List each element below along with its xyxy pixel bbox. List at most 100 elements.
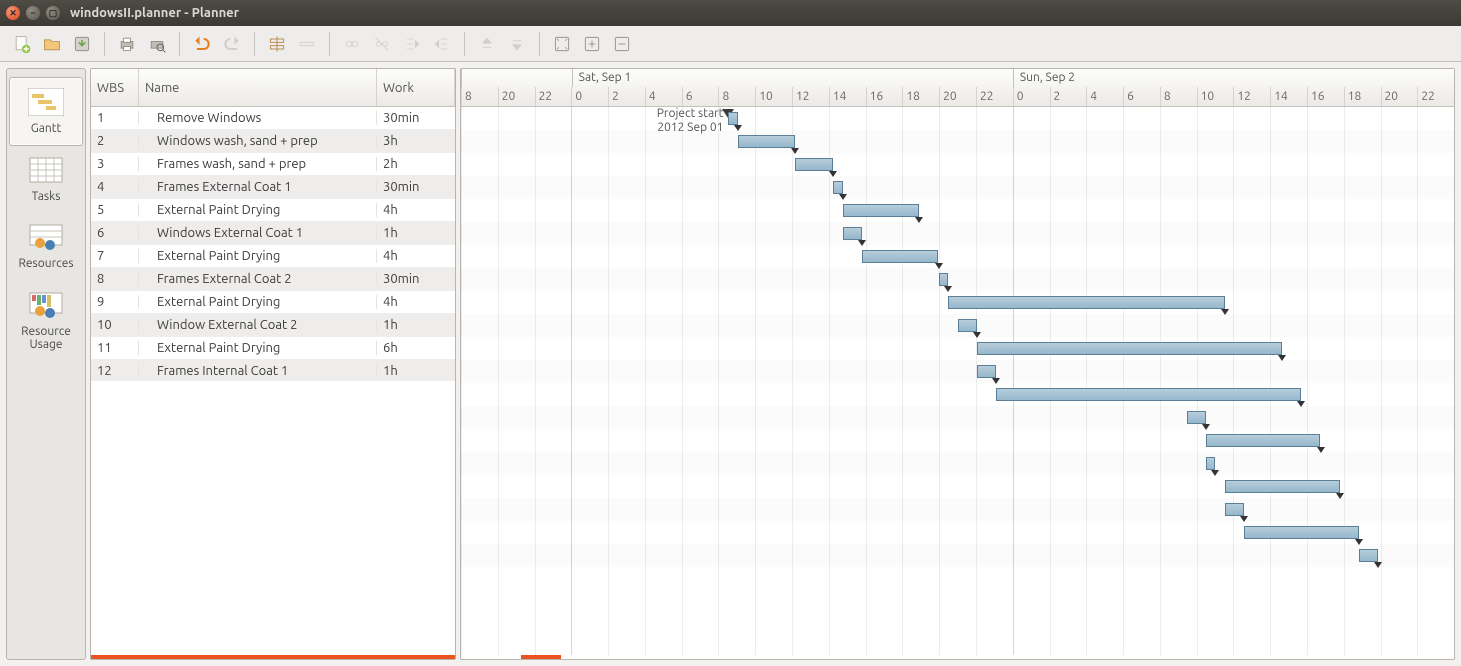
sidebar-item-gantt[interactable]: Gantt [9, 77, 83, 146]
cell-work: 3h [377, 134, 455, 148]
table-row[interactable]: 5External Paint Drying4h [91, 199, 455, 222]
gantt-bar[interactable] [977, 342, 1283, 355]
gantt-bar[interactable] [958, 319, 977, 332]
outdent-button[interactable] [428, 30, 456, 58]
cell-work: 6h [377, 341, 455, 355]
move-down-button[interactable] [503, 30, 531, 58]
cell-name: Windows External Coat 1 [139, 226, 377, 240]
gantt-bar[interactable] [795, 158, 833, 171]
gantt-chart-area[interactable]: Project start 2012 Sep 01 [461, 107, 1454, 655]
hour-header: 2 [1050, 87, 1087, 106]
hour-header: 20 [939, 87, 976, 106]
window-maximize-button[interactable]: ▢ [46, 6, 60, 20]
remove-task-button[interactable] [293, 30, 321, 58]
hour-header: 20 [498, 87, 535, 106]
gantt-bar[interactable] [1206, 457, 1216, 470]
view-sidebar: Gantt Tasks Resources Resource Usage [6, 68, 86, 660]
gantt-bar[interactable] [939, 273, 949, 286]
gantt-bar[interactable] [862, 250, 938, 263]
insert-task-button[interactable] [263, 30, 291, 58]
col-header-name[interactable]: Name [139, 69, 377, 106]
sidebar-item-label: Resource Usage [11, 325, 81, 351]
gantt-bar[interactable] [1225, 480, 1340, 493]
cell-wbs: 10 [91, 318, 139, 332]
unlink-button[interactable] [368, 30, 396, 58]
open-file-button[interactable] [38, 30, 66, 58]
zoom-fit-button[interactable] [548, 30, 576, 58]
col-header-wbs[interactable]: WBS [91, 69, 139, 106]
gantt-bar[interactable] [843, 227, 862, 240]
table-row[interactable]: 3Frames wash, sand + prep2h [91, 153, 455, 176]
gantt-row [461, 406, 1454, 429]
sidebar-item-label: Gantt [31, 122, 61, 135]
cell-wbs: 7 [91, 249, 139, 263]
gantt-bar[interactable] [728, 112, 738, 125]
sidebar-item-resource-usage[interactable]: Resource Usage [9, 281, 83, 361]
table-row[interactable]: 2Windows wash, sand + prep3h [91, 130, 455, 153]
scrollbar-horizontal[interactable] [91, 655, 455, 659]
save-file-button[interactable] [68, 30, 96, 58]
gantt-bar[interactable] [1187, 411, 1206, 424]
gantt-bar[interactable] [1244, 526, 1359, 539]
gantt-bar[interactable] [1359, 549, 1378, 562]
resources-icon [28, 223, 64, 251]
gantt-row [461, 199, 1454, 222]
gantt-bar[interactable] [948, 296, 1225, 309]
redo-button[interactable] [218, 30, 246, 58]
cell-work: 4h [377, 203, 455, 217]
gantt-row [461, 245, 1454, 268]
table-row[interactable]: 8Frames External Coat 230min [91, 268, 455, 291]
table-row[interactable]: 9External Paint Drying4h [91, 291, 455, 314]
zoom-in-button[interactable] [578, 30, 606, 58]
window-title: windowsII.planner - Planner [70, 6, 239, 20]
gantt-row [461, 337, 1454, 360]
table-row[interactable]: 1Remove Windows30min [91, 107, 455, 130]
gantt-bar[interactable] [977, 365, 996, 378]
hour-header: 22 [535, 87, 572, 106]
window-minimize-button[interactable]: – [26, 6, 40, 20]
task-table-headers: WBS Name Work [91, 69, 455, 107]
table-row[interactable]: 10Window External Coat 21h [91, 314, 455, 337]
cell-work: 1h [377, 318, 455, 332]
print-preview-button[interactable] [143, 30, 171, 58]
gantt-row [461, 130, 1454, 153]
cell-name: Windows wash, sand + prep [139, 134, 377, 148]
table-row[interactable]: 11External Paint Drying6h [91, 337, 455, 360]
scrollbar-horizontal[interactable] [521, 655, 561, 659]
sidebar-item-tasks[interactable]: Tasks [9, 146, 83, 213]
gantt-row [461, 153, 1454, 176]
table-row[interactable]: 12Frames Internal Coat 11h [91, 360, 455, 381]
titlebar: ✕ – ▢ windowsII.planner - Planner [0, 0, 1461, 26]
zoom-out-button[interactable] [608, 30, 636, 58]
cell-work: 30min [377, 111, 455, 125]
gantt-row [461, 268, 1454, 291]
hour-header: 20 [1381, 87, 1418, 106]
gantt-bar[interactable] [833, 181, 843, 194]
link-button[interactable] [338, 30, 366, 58]
gantt-bar[interactable] [843, 204, 919, 217]
hour-header: 10 [1197, 87, 1234, 106]
hour-header: 16 [1307, 87, 1344, 106]
gantt-bar[interactable] [996, 388, 1302, 401]
table-row[interactable]: 6Windows External Coat 11h [91, 222, 455, 245]
table-row[interactable]: 4Frames External Coat 130min [91, 176, 455, 199]
gantt-panel: Sat, Sep 1Sun, Sep 2 8202202468101214161… [460, 68, 1455, 660]
print-button[interactable] [113, 30, 141, 58]
move-up-button[interactable] [473, 30, 501, 58]
indent-button[interactable] [398, 30, 426, 58]
table-row[interactable]: 7External Paint Drying4h [91, 245, 455, 268]
window-close-button[interactable]: ✕ [6, 6, 20, 20]
undo-button[interactable] [188, 30, 216, 58]
new-file-button[interactable] [8, 30, 36, 58]
day-header: Sat, Sep 1 [572, 69, 1013, 87]
cell-name: Remove Windows [139, 111, 377, 125]
cell-wbs: 11 [91, 341, 139, 355]
gantt-bar[interactable] [1225, 503, 1244, 516]
gantt-row [461, 176, 1454, 199]
col-header-work[interactable]: Work [377, 69, 455, 106]
hour-header: 12 [792, 87, 829, 106]
hour-header: 14 [1270, 87, 1307, 106]
gantt-bar[interactable] [1206, 434, 1321, 447]
gantt-bar[interactable] [738, 135, 795, 148]
sidebar-item-resources[interactable]: Resources [9, 213, 83, 280]
